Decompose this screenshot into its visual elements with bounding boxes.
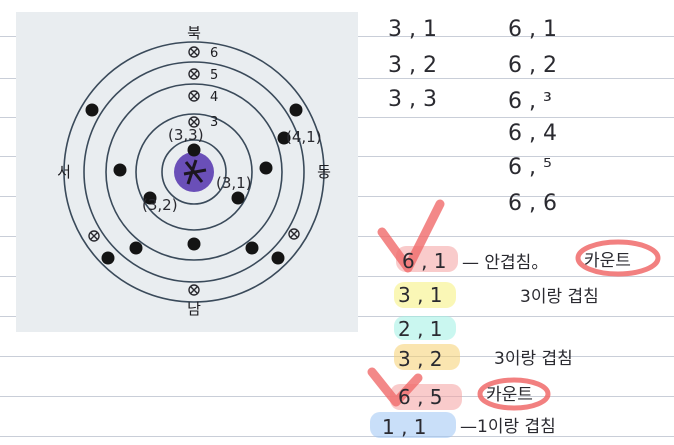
checklist-code: 3 , 2 (398, 347, 443, 371)
col1-item: 3 , 3 (388, 87, 437, 112)
col1-item: 3 , 1 (388, 17, 437, 42)
handwritten-notes: 3 , 1 3 , 2 3 , 3 6 , 1 6 , 2 6 , ³ 6 , … (367, 17, 661, 439)
col2-item: 6 , ⁵ (508, 155, 552, 180)
checklist-tag: 카운트 (584, 251, 631, 271)
checklist-code: 6 , 1 (402, 249, 447, 273)
col1-item: 3 , 2 (388, 53, 437, 78)
checklist-text: —1이랑 겹침 (460, 417, 556, 437)
col2-item: 6 , 2 (508, 53, 557, 78)
checklist-code: 6 , 5 (398, 385, 443, 409)
col2-item: 6 , ³ (508, 89, 552, 114)
checklist-text: 3이랑 겹침 (520, 287, 599, 307)
checklist-code: 2 , 1 (398, 317, 443, 341)
checklist-text: — 안겹침。 (462, 253, 548, 273)
checklist-tag: 카운트 (486, 385, 533, 405)
col2-item: 6 , 4 (508, 121, 557, 146)
checklist-code: 3 , 1 (398, 283, 443, 307)
col2-item: 6 , 6 (508, 191, 557, 216)
col2-item: 6 , 1 (508, 17, 557, 42)
checklist-text: 3이랑 겹침 (494, 349, 573, 369)
checklist-code: 1 , 1 (382, 415, 427, 439)
